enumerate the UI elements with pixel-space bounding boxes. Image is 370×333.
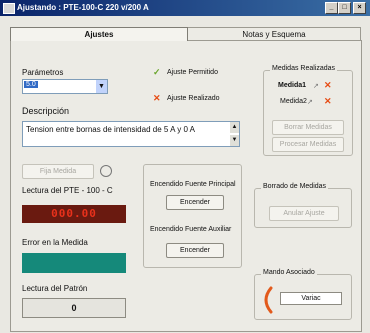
mando-asociado-value: Variac: [280, 292, 342, 305]
status-indicator: [100, 165, 112, 177]
chevron-down-icon[interactable]: ▼: [96, 80, 107, 93]
descripcion-label: Descripción: [22, 106, 70, 116]
ajuste-realizado-label: Ajuste Realizado: [167, 95, 220, 102]
error-medida-display: [22, 253, 126, 273]
mando-asociado-title: Mando Asociado: [261, 269, 317, 276]
encendido-principal-label: Encendido Fuente Principal: [150, 181, 236, 188]
borrar-medidas-button[interactable]: Borrar Medidas: [272, 120, 344, 135]
procesar-medidas-button[interactable]: Procesar Medidas: [272, 137, 344, 152]
encendido-auxiliar-label: Encendido Fuente Auxiliar: [150, 226, 232, 233]
scroll-up-icon[interactable]: ▲: [230, 122, 239, 133]
error-medida-label: Error en la Medida: [22, 238, 88, 247]
encender-auxiliar-button[interactable]: Encender: [166, 243, 224, 258]
parametros-value: 5.0: [24, 81, 38, 88]
parametros-select[interactable]: 5.0 ▼: [22, 79, 108, 94]
descripcion-textarea[interactable]: Tension entre bornas de intensidad de 5 …: [22, 121, 240, 147]
x-icon: ✕: [153, 93, 161, 103]
lectura-pte-display: 000.00: [22, 205, 126, 223]
check-icon: ✓: [153, 67, 161, 77]
arrow-icon: ↗: [307, 99, 313, 106]
title-bar: Ajustando : PTE-100-C 220 v/200 A _ □ ×: [0, 0, 370, 16]
borrado-medidas-title: Borrado de Medidas: [261, 183, 329, 190]
medida1-label: Medida1: [278, 82, 307, 89]
scroll-down-icon[interactable]: ▼: [230, 135, 239, 146]
minimize-button[interactable]: _: [325, 2, 338, 14]
parametros-label: Parámetros: [22, 68, 64, 77]
x-icon: ✕: [324, 96, 332, 106]
lectura-patron-display: 0: [22, 298, 126, 318]
variac-knob-icon: [264, 286, 273, 314]
close-button[interactable]: ×: [353, 2, 366, 14]
ajuste-permitido-label: Ajuste Permitido: [167, 69, 218, 76]
tab-notas-esquema[interactable]: Notas y Esquema: [187, 27, 361, 41]
arrow-icon: ↗: [313, 83, 319, 90]
fija-medida-button[interactable]: Fija Medida: [22, 164, 94, 179]
medida2-label: Medida2: [280, 98, 307, 105]
lectura-patron-label: Lectura del Patrón: [22, 284, 88, 293]
medidas-realizadas-title: Medidas Realizadas: [270, 65, 338, 72]
app-icon: [3, 3, 15, 14]
maximize-button[interactable]: □: [338, 2, 351, 14]
lectura-pte-label: Lectura del PTE - 100 - C: [22, 186, 113, 195]
descripcion-value: Tension entre bornas de intensidad de 5 …: [26, 125, 196, 134]
encender-principal-button[interactable]: Encender: [166, 195, 224, 210]
window-title: Ajustando : PTE-100-C 220 v/200 A: [17, 3, 149, 12]
x-icon: ✕: [324, 80, 332, 90]
tab-ajustes[interactable]: Ajustes: [10, 27, 188, 41]
anular-ajuste-button[interactable]: Anular Ajuste: [269, 206, 339, 221]
